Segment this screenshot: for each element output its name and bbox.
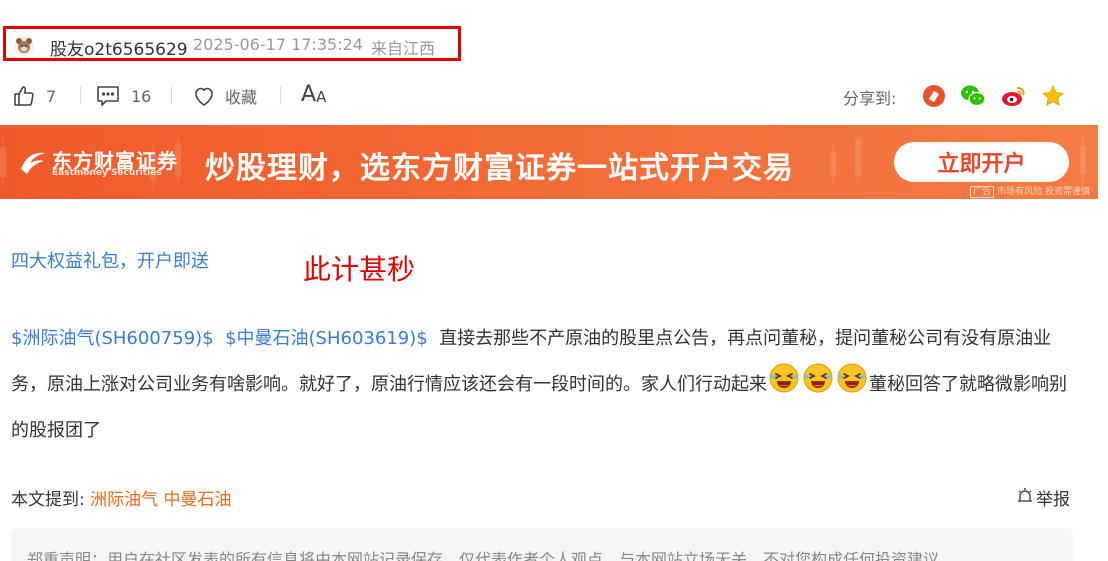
eastmoney-logo-icon [18,147,48,181]
divider [280,86,281,104]
like-count: 7 [46,86,57,106]
comment-button[interactable]: 16 [96,84,151,108]
eastmoney-share-icon[interactable] [922,84,946,108]
mentioned-link-zmsy[interactable]: 中曼石油 [164,490,232,510]
banner-risk-note: 广告 市场有风险 投资需谨慎 [970,184,1090,198]
divider [80,86,81,104]
risk-note-text: 市场有风险 投资需谨慎 [997,187,1090,197]
share-label: 分享到: [843,89,897,108]
laughing-emoji-icon [803,363,833,393]
post-location: 来自江西 [371,39,436,58]
author-name[interactable]: 股友o2t6565629 [50,35,188,60]
open-account-label: 立即开户 [937,152,1026,177]
avatar[interactable] [14,36,34,56]
wechat-icon[interactable] [960,84,986,108]
stock-link-zmsy[interactable]: $中曼石油(SH603619)$ [225,328,428,349]
favorite-star-icon[interactable] [1041,84,1065,108]
gift-package-link[interactable]: 四大权益礼包，开户即送 [11,247,209,273]
font-size-large-letter: A [301,81,317,107]
comment-count: 16 [131,86,152,106]
banner-brand-en: Eastmoney Securities [52,168,162,178]
thumbs-up-icon [12,84,36,108]
font-size-small-letter: A [316,87,327,106]
report-alarm-icon [1016,486,1034,509]
collect-button[interactable]: 收藏 [192,84,257,108]
post-body: $洲际油气(SH600759)$ $中曼石油(SH603619)$ 直接去那些不… [11,316,1081,454]
laughing-emoji-icon [837,363,867,393]
mentioned-link-zjyq[interactable]: 洲际油气 [90,490,158,510]
disclaimer-text: 郑重声明：用户在社区发表的所有信息将由本网站记录保存，仅代表作者个人观点，与本网… [27,550,940,561]
ad-tag: 广告 [970,186,995,198]
ad-banner[interactable]: 东方财富证券 Eastmoney Securities 炒股理财，选东方财富证券… [0,125,1098,199]
laughing-emoji-icon [769,363,799,393]
banner-slogan: 炒股理财，选东方财富证券一站式开户交易 [205,151,794,186]
report-button[interactable]: 举报 [1016,485,1070,510]
open-account-button[interactable]: 立即开户 [894,142,1069,182]
divider [171,86,172,104]
stock-link-zjyq[interactable]: $洲际油气(SH600759)$ [11,328,214,349]
disclaimer-box: 郑重声明：用户在社区发表的所有信息将由本网站记录保存，仅代表作者个人观点，与本网… [11,528,1073,561]
mentioned-stocks: 本文提到: 洲际油气 中曼石油 [11,485,232,510]
font-size-button[interactable]: A A [301,81,327,107]
collect-label: 收藏 [225,88,258,107]
post-timestamp: 2025-06-17 17:35:24 [193,35,363,54]
report-label: 举报 [1036,490,1070,510]
like-button[interactable]: 7 [12,84,56,108]
weibo-icon[interactable] [1001,84,1025,108]
handwritten-annotation: 此计甚秒 [303,253,416,286]
heart-icon [192,84,216,108]
mentioned-label: 本文提到: [11,490,85,510]
comment-icon [96,84,120,108]
